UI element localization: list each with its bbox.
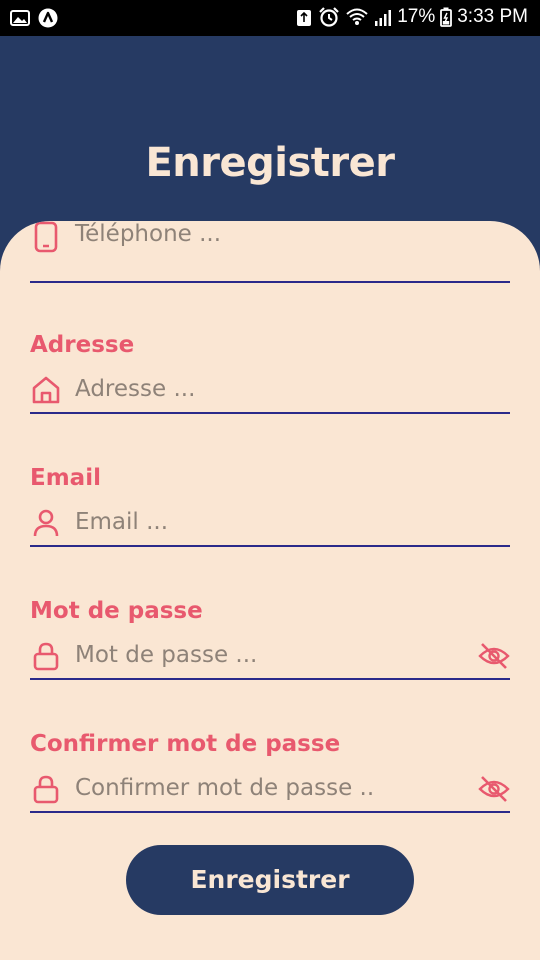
lock-icon bbox=[30, 773, 62, 805]
eye-off-icon[interactable] bbox=[478, 640, 510, 672]
register-button[interactable]: Enregistrer bbox=[126, 845, 414, 915]
battery-icon bbox=[440, 7, 453, 27]
clock: 3:33 PM bbox=[457, 6, 528, 27]
email-placeholder: Email ... bbox=[75, 509, 169, 535]
address-label: Adresse bbox=[30, 332, 135, 358]
confirm-password-placeholder: Confirmer mot de passe .. bbox=[75, 775, 375, 801]
lock-icon bbox=[30, 640, 62, 672]
app-notification-icon bbox=[38, 8, 58, 28]
alarm-icon bbox=[318, 7, 340, 27]
recycle-icon bbox=[295, 7, 313, 27]
phone-placeholder: Téléphone ... bbox=[75, 221, 222, 247]
status-right-icons: 17% 3:33 PM bbox=[295, 6, 528, 28]
phone-input[interactable]: Téléphone ... bbox=[30, 221, 510, 283]
status-left-icons bbox=[10, 8, 58, 28]
battery-percentage: 17% bbox=[397, 6, 436, 27]
register-form: Téléphone ... Adresse Adresse ... Email … bbox=[0, 221, 540, 960]
email-input[interactable]: Email ... bbox=[30, 503, 510, 547]
user-icon bbox=[30, 507, 62, 539]
password-label: Mot de passe bbox=[30, 598, 203, 624]
status-bar: 17% 3:33 PM bbox=[0, 0, 540, 36]
signal-icon bbox=[374, 7, 392, 27]
page-title: Enregistrer bbox=[145, 140, 395, 186]
confirm-password-field: Confirmer mot de passe Confirmer mot de … bbox=[30, 731, 510, 813]
phone-icon bbox=[30, 221, 62, 253]
home-icon bbox=[30, 374, 62, 406]
address-field: Adresse Adresse ... bbox=[30, 332, 510, 414]
email-field: Email Email ... bbox=[30, 465, 510, 547]
address-placeholder: Adresse ... bbox=[75, 376, 196, 402]
eye-off-icon[interactable] bbox=[478, 773, 510, 805]
password-input[interactable]: Mot de passe ... bbox=[30, 636, 510, 680]
header bbox=[0, 36, 540, 236]
password-placeholder: Mot de passe ... bbox=[75, 642, 258, 668]
confirm-password-input[interactable]: Confirmer mot de passe .. bbox=[30, 769, 510, 813]
email-label: Email bbox=[30, 465, 101, 491]
confirm-password-label: Confirmer mot de passe bbox=[30, 731, 341, 757]
password-field: Mot de passe Mot de passe ... bbox=[30, 598, 510, 680]
wifi-icon bbox=[345, 7, 369, 27]
address-input[interactable]: Adresse ... bbox=[30, 370, 510, 414]
gallery-icon bbox=[10, 8, 30, 28]
